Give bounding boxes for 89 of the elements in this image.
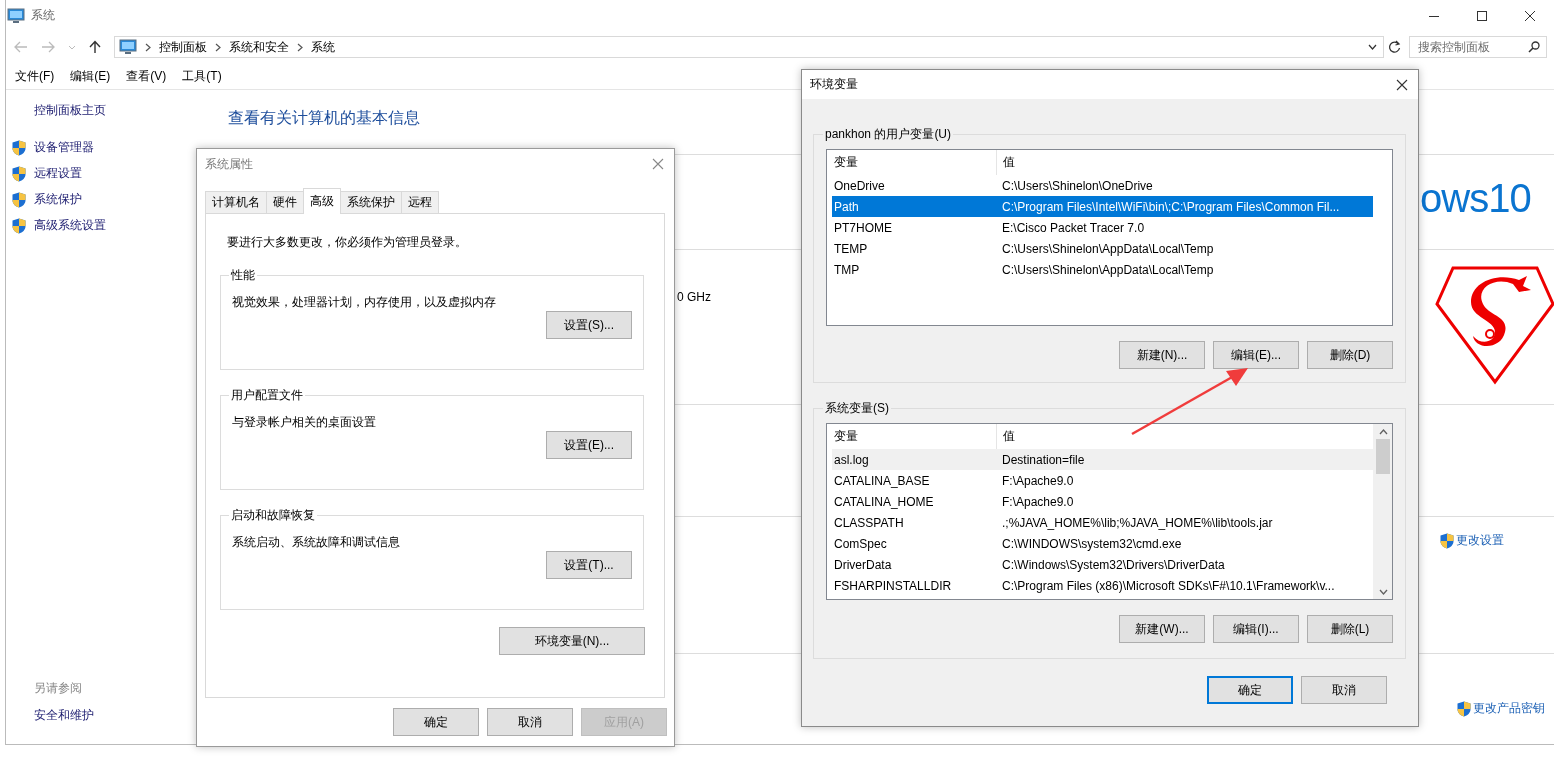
breadcrumb[interactable]: 系统	[311, 38, 335, 56]
list-row[interactable]: ComSpec C:\WINDOWS\system32\cmd.exe	[832, 533, 1373, 554]
shield-icon	[1457, 700, 1471, 717]
page-heading: 查看有关计算机的基本信息	[228, 108, 420, 128]
settings-button[interactable]: 设置(S)...	[546, 311, 632, 339]
group-description: 与登录帐户相关的桌面设置	[232, 414, 377, 431]
computer-icon	[119, 39, 137, 55]
column-header[interactable]: 值	[997, 428, 1373, 445]
list-action-button[interactable]: 删除(L)	[1307, 615, 1393, 643]
settings-link[interactable]: 更改产品密钥	[1473, 700, 1545, 717]
list-row[interactable]: TMP C:\Users\Shinelon\AppData\Local\Temp	[832, 259, 1373, 280]
dialog-button[interactable]: 确定	[393, 708, 479, 736]
edition-logo-text: ows10	[1420, 176, 1531, 221]
list-row[interactable]: PT7HOME E:\Cisco Packet Tracer 7.0	[832, 217, 1373, 238]
tab[interactable]: 高级	[303, 188, 341, 214]
list-row[interactable]: FSHARPINSTALLDIR C:\Program Files (x86)\Microsoft SDKs\F#\10.1\Framework\v...	[832, 575, 1373, 596]
tab[interactable]: 远程	[401, 191, 439, 213]
shield-icon	[1440, 532, 1454, 549]
address-bar[interactable]: 控制面板 系统和安全 系统	[114, 36, 1384, 58]
sidebar-link[interactable]: 系统保护	[34, 191, 82, 208]
maximize-icon[interactable]	[1477, 10, 1487, 21]
list-action-button[interactable]: 新建(N)...	[1119, 341, 1205, 369]
dialog-button[interactable]: 确定	[1207, 676, 1293, 704]
settings-button[interactable]: 设置(T)...	[546, 551, 632, 579]
menu-item[interactable]: 文件(F)	[15, 67, 55, 85]
search-icon[interactable]	[1528, 41, 1540, 53]
section-label: 另请参阅	[34, 680, 83, 697]
list-row[interactable]: asl.log Destination=file	[832, 449, 1373, 470]
sidebar-link[interactable]: 远程设置	[34, 165, 82, 182]
notice-text: 要进行大多数更改，你必须作为管理员登录。	[227, 234, 468, 251]
menu-item[interactable]: 工具(T)	[182, 67, 222, 85]
shield-icon	[12, 165, 26, 182]
group-title: 启动和故障恢复	[230, 507, 316, 524]
computer-icon	[7, 7, 25, 24]
dialog-button[interactable]: 取消	[1301, 676, 1387, 704]
list-row[interactable]: DriverData C:\Windows\System32\Drivers\DriverData	[832, 554, 1373, 575]
dropdown-icon[interactable]	[1368, 44, 1377, 50]
list-row[interactable]: CATALINA_BASE F:\Apache9.0	[832, 470, 1373, 491]
shield-icon	[12, 191, 26, 208]
list-row[interactable]: Path C:\Program Files\Intel\WiFi\bin\;C:\Program Files\Common Fil...	[832, 196, 1373, 217]
scroll-up-icon[interactable]	[1378, 429, 1388, 435]
search-field[interactable]: 搜索控制面板	[1409, 36, 1547, 58]
group-title: 性能	[230, 267, 256, 284]
group-title: 用户配置文件	[230, 387, 304, 404]
group-description: 视觉效果，处理器计划，内存使用，以及虚拟内存	[232, 294, 497, 311]
dialog-title: 系统属性	[205, 155, 253, 173]
column-header[interactable]: 变量	[832, 150, 997, 175]
sidebar-link[interactable]: 控制面板主页	[34, 102, 106, 119]
shield-icon	[12, 139, 26, 156]
sidebar-link[interactable]: 安全和维护	[34, 707, 195, 724]
list-row[interactable]: TEMP C:\Users\Shinelon\AppData\Local\Temp	[832, 238, 1373, 259]
settings-link[interactable]: 更改设置	[1456, 532, 1504, 549]
chevron-icon	[145, 42, 151, 52]
group-description: 系统启动、系统故障和调试信息	[232, 534, 401, 551]
shield-icon	[12, 217, 26, 234]
list-action-button[interactable]: 编辑(I)...	[1213, 615, 1299, 643]
scroll-down-icon[interactable]	[1378, 589, 1388, 595]
tab[interactable]: 计算机名	[205, 191, 267, 213]
up-icon[interactable]	[89, 40, 101, 54]
list-row[interactable]: OneDrive C:\Users\Shinelon\OneDrive	[832, 175, 1373, 196]
environment-variables-button[interactable]: 环境变量(N)...	[499, 627, 645, 655]
close-icon[interactable]	[1396, 78, 1408, 91]
breadcrumb[interactable]: 控制面板	[159, 38, 207, 56]
processor-speed: 0 GHz	[677, 290, 711, 304]
list-action-button[interactable]: 删除(D)	[1307, 341, 1393, 369]
chevron-icon	[215, 42, 221, 52]
menu-item[interactable]: 编辑(E)	[70, 67, 111, 85]
breadcrumb[interactable]: 系统和安全	[229, 38, 289, 56]
group-title: pankhon 的用户变量(U)	[824, 126, 953, 143]
dialog-title: 环境变量	[810, 76, 858, 93]
menu-item[interactable]: 查看(V)	[126, 67, 167, 85]
list-row[interactable]: CATALINA_HOME F:\Apache9.0	[832, 491, 1373, 512]
dialog-button[interactable]: 取消	[487, 708, 573, 736]
close-icon[interactable]	[1525, 10, 1535, 21]
window-title: 系统	[31, 7, 55, 24]
tab[interactable]: 硬件	[266, 191, 304, 213]
refresh-icon[interactable]	[1388, 40, 1401, 54]
scrollbar-thumb[interactable]	[1376, 439, 1390, 474]
list-action-button[interactable]: 新建(W)...	[1119, 615, 1205, 643]
list-action-button[interactable]: 编辑(E)...	[1213, 341, 1299, 369]
group-title: 系统变量(S)	[824, 400, 890, 417]
settings-button[interactable]: 设置(E)...	[546, 431, 632, 459]
chevron-icon	[297, 42, 303, 52]
tab[interactable]: 系统保护	[340, 191, 402, 213]
sidebar-link[interactable]: 设备管理器	[34, 139, 94, 156]
list-row[interactable]: CLASSPATH .;%JAVA_HOME%\lib;%JAVA_HOME%\lib\tools.jar	[832, 512, 1373, 533]
column-header[interactable]: 值	[997, 154, 1373, 171]
scrollbar[interactable]	[1373, 424, 1392, 599]
sidebar-link[interactable]: 高级系统设置	[34, 217, 106, 234]
